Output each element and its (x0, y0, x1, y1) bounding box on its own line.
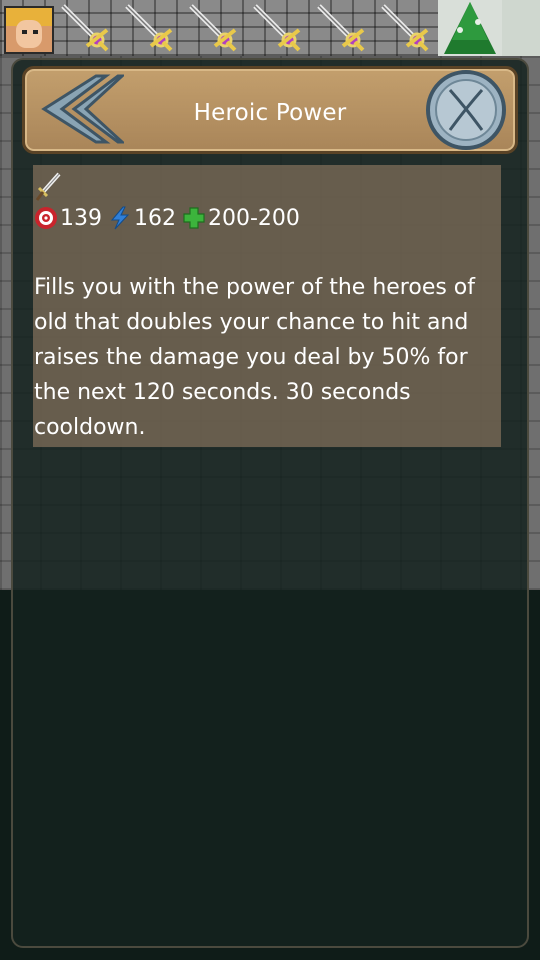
sword-icon (317, 4, 365, 52)
quickbar-slot-5[interactable] (310, 0, 372, 56)
heal-cross-icon (183, 207, 205, 229)
quickbar-slot-1[interactable] (54, 0, 116, 56)
back-button[interactable] (34, 72, 126, 146)
accuracy-value: 139 (60, 205, 102, 231)
quickbar-slot-3[interactable] (182, 0, 244, 56)
tree-icon (438, 0, 502, 56)
dialog-title: Heroic Power (193, 100, 347, 126)
quickbar (0, 0, 540, 56)
sword-icon (125, 4, 173, 52)
sword-icon (61, 4, 109, 52)
sword-icon (253, 4, 301, 52)
skill-description: Fills you with the power of the heroes o… (34, 275, 476, 440)
quickbar-slot-2[interactable] (118, 0, 180, 56)
sword-icon (189, 4, 237, 52)
energy-value: 162 (134, 205, 176, 231)
heal-value: 200-200 (208, 205, 300, 231)
close-x-icon (426, 70, 506, 150)
accuracy-target-icon (35, 207, 57, 229)
close-button[interactable] (424, 68, 508, 152)
hero-portrait-icon[interactable] (4, 6, 54, 54)
skill-stats: 139 162 200-200 (34, 203, 306, 233)
double-chevron-left-icon (41, 74, 126, 144)
sword-icon (381, 4, 429, 52)
quickbar-slot-6[interactable] (374, 0, 436, 56)
quickbar-slot-4[interactable] (246, 0, 308, 56)
energy-lightning-icon (110, 206, 130, 230)
snow-tile (502, 0, 540, 56)
sword-icon (35, 172, 61, 201)
